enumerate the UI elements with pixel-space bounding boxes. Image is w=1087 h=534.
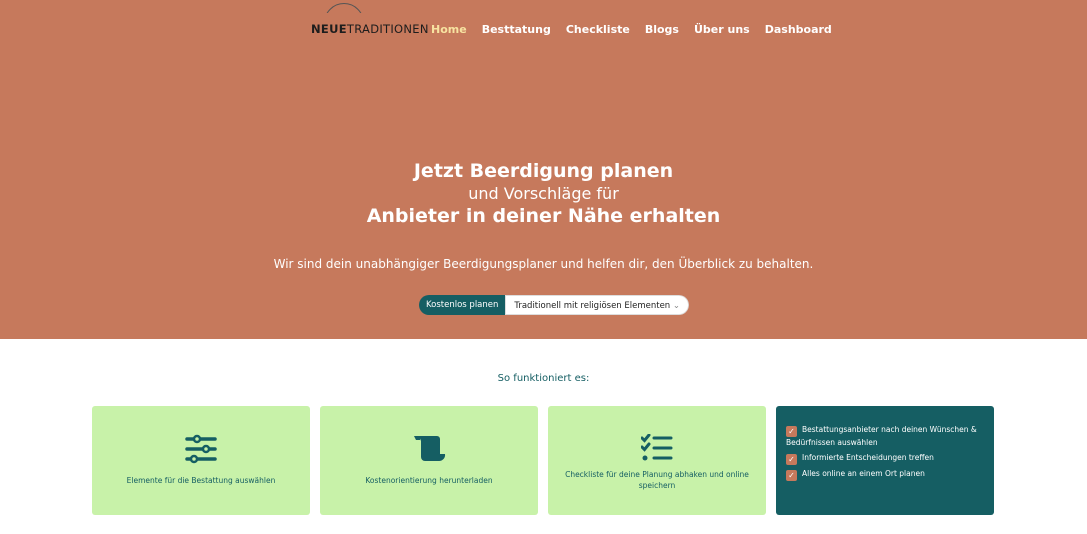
nav-ueber-uns[interactable]: Über uns — [694, 23, 750, 36]
funeral-type-select[interactable]: Traditionell mit religiösen Elementen ⌄ — [505, 295, 690, 315]
plan-button[interactable]: Kostenlos planen — [419, 295, 506, 315]
step-card-costs: Kostenorientierung herunterladen — [320, 406, 538, 515]
benefit-item: ✓ Informierte Entscheidungen treffen — [786, 452, 986, 465]
sliders-icon — [185, 434, 217, 464]
main-nav: Home Besttatung Checkliste Blogs Über un… — [431, 23, 847, 36]
benefits-card: ✓ Bestattungsanbieter nach deinen Wünsche… — [776, 406, 994, 515]
checkbox-icon: ✓ — [786, 470, 797, 481]
heading-line-2: und Vorschläge für — [468, 184, 619, 203]
hero-heading: Jetzt Beerdigung planen und Vorschläge f… — [0, 160, 1087, 227]
plan-form: Kostenlos planen Traditionell mit religi… — [419, 295, 690, 315]
nav-dashboard[interactable]: Dashboard — [765, 23, 832, 36]
step-text: Kostenorientierung herunterladen — [365, 476, 493, 485]
benefit-item: ✓ Alles online an einem Ort planen — [786, 468, 986, 481]
nav-home[interactable]: Home — [431, 23, 467, 36]
step-card-elements: Elemente für die Bestattung auswählen — [92, 406, 310, 515]
step-text: Checkliste für deine Planung abhaken und… — [565, 470, 749, 490]
heading-line-3: Anbieter in deiner Nähe erhalten — [366, 205, 721, 227]
hero-subtitle: Wir sind dein unabhängiger Beerdigungspl… — [273, 257, 814, 271]
chevron-down-icon: ⌄ — [672, 301, 681, 311]
checklist-icon — [641, 434, 673, 461]
checkbox-icon: ✓ — [786, 426, 797, 437]
scroll-icon — [414, 436, 446, 462]
nav-blogs[interactable]: Blogs — [645, 23, 679, 36]
how-it-works-title: So funktioniert es: — [497, 373, 590, 384]
benefit-item: ✓ Bestattungsanbieter nach deinen Wünsche… — [786, 425, 977, 447]
checkbox-icon: ✓ — [786, 454, 797, 465]
nav-bestattung[interactable]: Besttatung — [482, 23, 551, 36]
heading-line-1: Jetzt Beerdigung planen — [413, 160, 674, 182]
logo[interactable]: NEUETRADITIONEN — [311, 3, 429, 36]
step-card-checklist: Checkliste für deine Planung abhaken und… — [548, 406, 766, 515]
step-text: Elemente für die Bestattung auswählen — [126, 476, 276, 485]
nav-checkliste[interactable]: Checkliste — [566, 23, 630, 36]
hero-section: NEUETRADITIONEN Home Besttatung Checklis… — [0, 0, 1087, 339]
